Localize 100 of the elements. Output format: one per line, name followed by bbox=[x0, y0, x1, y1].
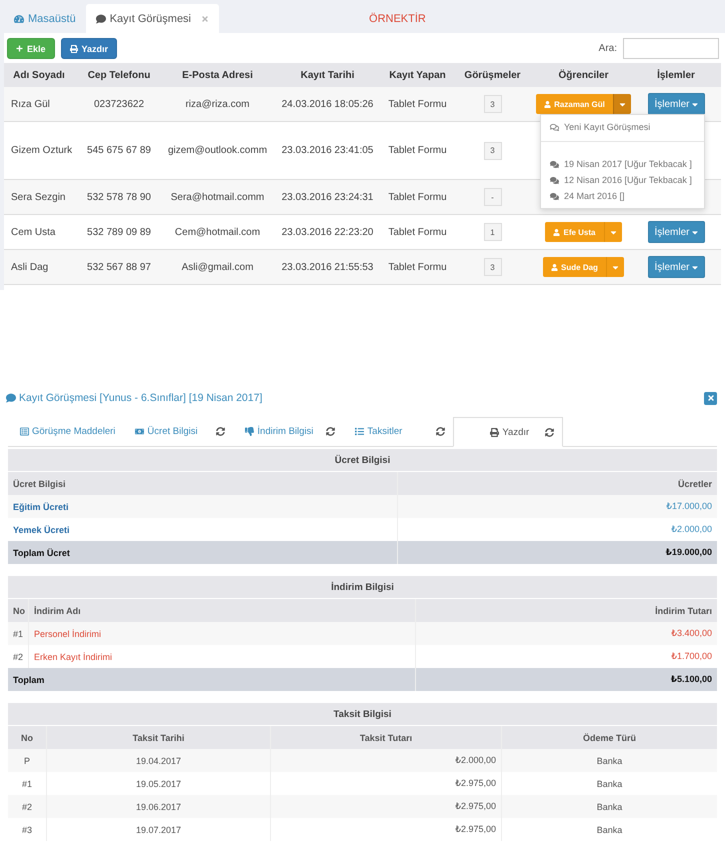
user-icon bbox=[544, 100, 552, 108]
tab-label[interactable]: Taksitler bbox=[367, 426, 402, 437]
table-cell-text: Banka bbox=[596, 754, 624, 768]
table-cell-text: Cem@hotmail.com bbox=[174, 226, 262, 238]
dropdown-toggle[interactable] bbox=[612, 94, 631, 114]
tab[interactable]: Kayıt Görüşmesi bbox=[86, 4, 220, 33]
table-cell-text: ₺5.100,00 bbox=[670, 673, 713, 686]
table-cell-text: gizem@outlook.comm bbox=[166, 145, 268, 156]
refresh-icon[interactable] bbox=[545, 428, 554, 436]
column-header: Ödeme Türü bbox=[582, 732, 637, 744]
column-header: İşlemler bbox=[656, 70, 696, 80]
comments-icon bbox=[550, 176, 559, 184]
count-badge: 1 bbox=[484, 223, 502, 241]
student-button[interactable]: Razaman Gül bbox=[536, 94, 613, 114]
table-cell-text: Asli@gmail.com bbox=[180, 262, 254, 272]
table-cell-text: ₺19.000,00 bbox=[664, 546, 713, 559]
refresh-icon[interactable] bbox=[436, 427, 446, 436]
money-icon bbox=[135, 427, 144, 436]
column-header: İndirim Tutarı bbox=[654, 604, 713, 618]
menu-item-label[interactable]: 12 Nisan 2016 [Uğur Tekbacak ] bbox=[564, 175, 692, 185]
table-cell-text: 532 789 09 89 bbox=[86, 226, 152, 238]
table-cell-text: Tablet Formu bbox=[387, 226, 448, 238]
refresh-icon[interactable] bbox=[216, 427, 226, 436]
column-header: Kayıt Yapan bbox=[388, 70, 447, 80]
table-cell-text: Banka bbox=[596, 800, 624, 814]
student-button[interactable]: Sude Dag bbox=[543, 257, 606, 277]
print-button[interactable]: Yazdır bbox=[60, 38, 118, 59]
print-icon bbox=[490, 428, 500, 436]
column-header: Kayıt Tarihi bbox=[300, 70, 356, 80]
table-cell-text: Tablet Formu bbox=[387, 262, 448, 272]
thumbs-down-icon bbox=[245, 427, 254, 436]
comment-icon bbox=[6, 393, 16, 403]
menu-item[interactable]: 19 Nisan 2017 [Uğur Tekbacak ] bbox=[541, 156, 704, 172]
search-label: Ara: bbox=[598, 43, 617, 54]
tab-label[interactable]: Kayıt Görüşmesi bbox=[110, 12, 192, 24]
menu-item-label[interactable]: 19 Nisan 2017 [Uğur Tekbacak ] bbox=[564, 159, 692, 169]
menu-item-label[interactable]: Yeni Kayıt Görüşmesi bbox=[564, 122, 650, 132]
table-cell-text: Banka bbox=[596, 824, 624, 836]
table-cell: #3 bbox=[8, 818, 47, 841]
column-header: E-Posta Adresi bbox=[181, 70, 254, 80]
dashboard-icon bbox=[14, 14, 24, 24]
table-cell-text: 23.03.2016 21:55:53 bbox=[280, 262, 374, 272]
tab-label[interactable]: Görüşme Maddeleri bbox=[32, 426, 116, 437]
dropdown-toggle[interactable] bbox=[606, 257, 624, 277]
table-cell: Toplam Ücret bbox=[8, 541, 398, 564]
column-header: Öğrenciler bbox=[557, 70, 610, 80]
table-cell-text: ₺3.400,00 bbox=[670, 627, 713, 640]
tab-label[interactable]: Masaüstü bbox=[28, 12, 76, 24]
tab-label[interactable]: Yazdır bbox=[502, 426, 530, 438]
table-cell: Toplam bbox=[8, 668, 416, 691]
user-icon bbox=[553, 228, 560, 236]
tab-label[interactable]: İndirim Bilgisi bbox=[257, 426, 314, 437]
table-cell-text: 23.03.2016 23:24:31 bbox=[280, 192, 374, 202]
print-icon bbox=[70, 44, 78, 52]
refresh-icon[interactable] bbox=[326, 427, 336, 436]
table-cell-text: Sera Sezgin bbox=[10, 192, 66, 202]
column-header: Ücretler bbox=[676, 478, 713, 490]
table-cell: 19.07.2017 bbox=[47, 818, 271, 841]
column-header: Görüşmeler bbox=[463, 70, 522, 80]
actions-button[interactable]: İşlemler bbox=[648, 221, 704, 243]
table-cell-text: Sera@hotmail.comm bbox=[170, 192, 266, 202]
table-caption: İndirim Bilgisi bbox=[8, 576, 717, 599]
tab[interactable]: Ücret Bilgisi bbox=[123, 417, 234, 446]
dropdown-toggle[interactable] bbox=[604, 222, 622, 242]
user-icon bbox=[551, 264, 558, 270]
table-cell-text: Tablet Formu bbox=[387, 98, 448, 110]
student-button[interactable]: Efe Usta bbox=[545, 222, 604, 242]
menu-item[interactable]: 24 Mart 2016 [] bbox=[541, 188, 704, 204]
comments-icon bbox=[550, 122, 559, 132]
tab[interactable]: Yazdır bbox=[453, 417, 564, 447]
table-cell-text: Rıza Gül bbox=[10, 98, 51, 110]
comments-icon bbox=[550, 192, 559, 200]
table-cell-text: 023723622 bbox=[92, 98, 146, 110]
tab-label[interactable]: Ücret Bilgisi bbox=[147, 426, 198, 437]
comment-icon bbox=[96, 14, 106, 24]
actions-button[interactable]: İşlemler bbox=[648, 93, 704, 115]
count-badge: 3 bbox=[484, 142, 502, 160]
table-cell-text: Tablet Formu bbox=[387, 192, 448, 202]
search-field[interactable] bbox=[623, 38, 719, 59]
column-header: Adı Soyadı bbox=[12, 70, 66, 80]
tab[interactable]: Taksitler bbox=[343, 417, 454, 446]
tab[interactable]: Görüşme Maddeleri bbox=[8, 417, 124, 446]
tab[interactable]: İndirim Bilgisi bbox=[233, 417, 344, 446]
table-cell-text: 532 567 88 97 bbox=[86, 262, 152, 272]
close-button[interactable] bbox=[704, 392, 717, 404]
table-cell-text: 24.03.2016 18:05:26 bbox=[280, 98, 374, 110]
menu-item[interactable]: 12 Nisan 2016 [Uğur Tekbacak ] bbox=[541, 172, 704, 188]
plus-icon bbox=[16, 45, 23, 52]
tab[interactable]: Masaüstü bbox=[4, 4, 86, 33]
notice-text: ÖRNEKTİR bbox=[369, 12, 426, 24]
comments-icon bbox=[550, 160, 559, 168]
table-cell-text: riza@riza.com bbox=[184, 98, 251, 110]
table-cell-text: ₺1.700,00 bbox=[670, 650, 713, 663]
table-cell: ₺2.975,00 bbox=[271, 818, 502, 841]
actions-button[interactable]: İşlemler bbox=[648, 256, 704, 278]
menu-item-label[interactable]: 24 Mart 2016 [] bbox=[564, 191, 625, 201]
column-header: Cep Telefonu bbox=[86, 70, 152, 80]
table-cell-text: 532 578 78 90 bbox=[86, 192, 152, 202]
table-caption: Ücret Bilgisi bbox=[8, 449, 717, 472]
add-button[interactable]: Ekle bbox=[7, 38, 55, 59]
